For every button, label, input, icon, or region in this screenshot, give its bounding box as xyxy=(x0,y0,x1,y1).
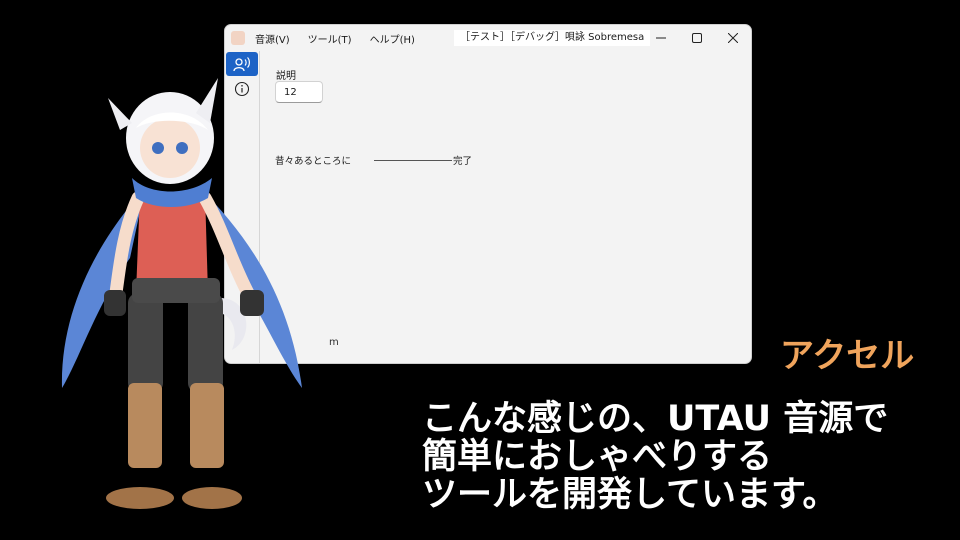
maximize-button[interactable] xyxy=(679,25,715,51)
speaker-name: アクセル xyxy=(780,336,915,376)
minimize-button[interactable] xyxy=(643,25,679,51)
title-bar[interactable]: 音源(V) ツール(T) ヘルプ(H) ［テスト］［デバッグ］唄詠 Sobrem… xyxy=(225,25,751,51)
menu-tools[interactable]: ツール(T) xyxy=(308,31,352,46)
caption: こんな感じの、UTAU 音源で 簡単におしゃべりする ツールを開発しています。 xyxy=(422,400,888,514)
caption-line: ツールを開発しています。 xyxy=(422,475,838,515)
minimize-icon xyxy=(656,37,666,39)
maximize-icon xyxy=(692,33,702,43)
main-content: 説明 12 昔々あるところに 完了 m xyxy=(259,51,751,363)
caption-line: こんな感じの、UTAU 音源で xyxy=(422,399,889,439)
close-button[interactable] xyxy=(715,25,751,51)
text-fragment: m xyxy=(329,337,339,348)
close-icon xyxy=(728,33,738,43)
caption-line: 簡単におしゃべりする xyxy=(422,437,773,477)
status-text: 完了 xyxy=(453,156,473,167)
window-title: ［テスト］［デバッグ］唄詠 Sobremesa xyxy=(454,30,651,46)
app-icon xyxy=(231,31,245,45)
menu-help[interactable]: ヘルプ(H) xyxy=(370,31,415,46)
menu-voice[interactable]: 音源(V) xyxy=(255,31,290,46)
character-illustration xyxy=(61,78,302,509)
progress-line xyxy=(374,159,453,161)
window-controls xyxy=(643,25,751,51)
